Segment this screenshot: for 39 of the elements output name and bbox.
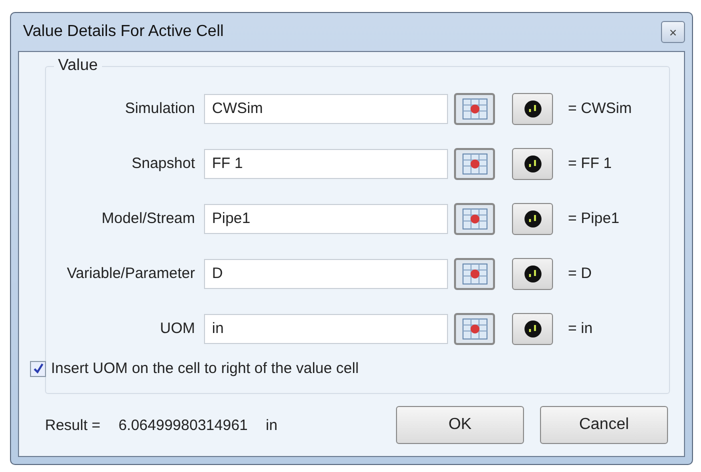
picker-button[interactable] <box>454 148 495 180</box>
resolved-value: = in <box>568 320 593 337</box>
picker-button[interactable] <box>454 312 495 344</box>
input-field[interactable]: in <box>204 314 448 344</box>
field-label: Snapshot <box>130 155 196 172</box>
resolved-value: = CWSim <box>568 100 632 117</box>
picker-button[interactable] <box>454 202 495 234</box>
field-label: Simulation <box>124 100 196 117</box>
resolved-value: = Pipe1 <box>568 210 620 227</box>
input-field[interactable]: CWSim <box>204 94 448 124</box>
picker-button[interactable] <box>454 92 495 124</box>
connect-button[interactable] <box>512 312 553 344</box>
field-label: UOM <box>159 320 196 337</box>
connect-button[interactable] <box>512 258 553 290</box>
spreadsheet-icon <box>462 262 488 284</box>
resolved-value: = FF 1 <box>568 155 612 172</box>
checkbox-label: Insert UOM on the cell to right of the value cell <box>51 360 359 377</box>
result-label: Result = <box>45 416 100 434</box>
dialog-button[interactable]: Cancel <box>540 406 668 444</box>
connect-button[interactable] <box>512 92 553 124</box>
spreadsheet-icon <box>462 98 488 120</box>
result-unit: in <box>266 416 278 434</box>
input-field[interactable]: FF 1 <box>204 148 448 178</box>
input-field[interactable]: Pipe1 <box>204 204 448 234</box>
result-value: 6.06499980314961 <box>118 416 248 434</box>
field-label: Model/Stream <box>100 210 196 227</box>
input-field[interactable]: D <box>204 258 448 288</box>
connect-button[interactable] <box>512 148 553 180</box>
dialog-button[interactable]: OK <box>396 406 524 444</box>
spreadsheet-icon <box>462 208 488 230</box>
close-button[interactable]: × <box>661 21 685 43</box>
spreadsheet-icon <box>462 318 488 340</box>
checkbox[interactable] <box>30 360 46 376</box>
picker-button[interactable] <box>454 258 495 290</box>
spreadsheet-icon <box>462 152 488 174</box>
window-title: Value Details For Active Cell <box>23 23 224 41</box>
field-label: Variable/Parameter <box>66 265 196 282</box>
resolved-value: = D <box>568 265 592 282</box>
connect-button[interactable] <box>512 202 553 234</box>
